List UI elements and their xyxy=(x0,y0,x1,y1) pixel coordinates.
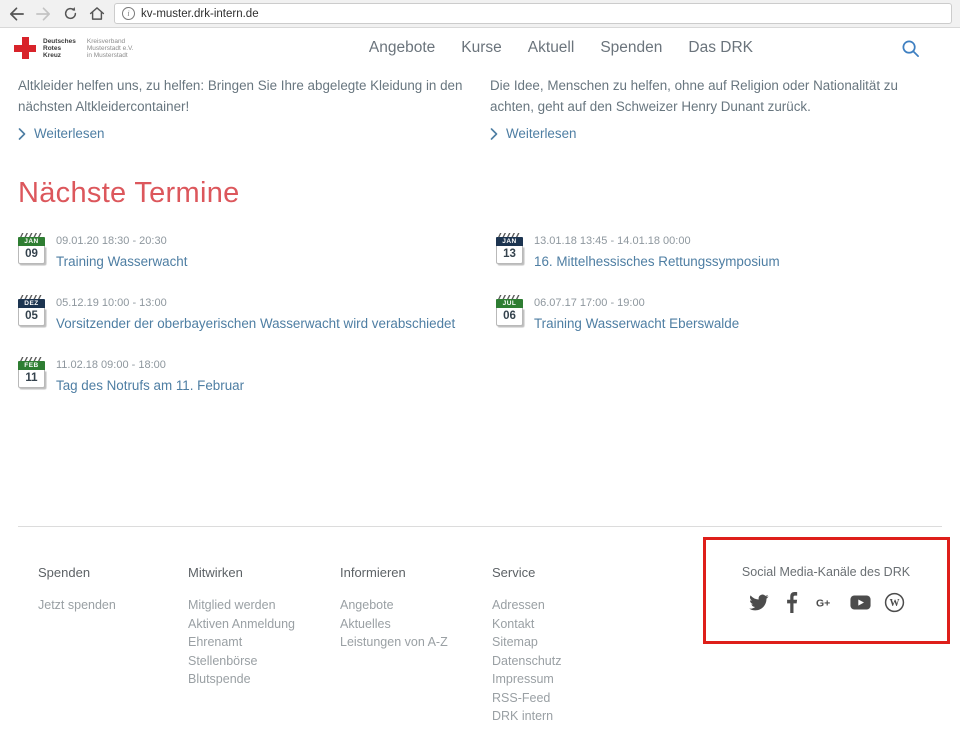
events-column-right: JAN 13 13.01.18 13:45 - 14.01.18 00:00 1… xyxy=(496,232,942,418)
browser-toolbar: i kv-muster.drk-intern.de xyxy=(0,0,960,28)
event-link[interactable]: Training Wasserwacht Eberswalde xyxy=(496,313,942,334)
facebook-icon[interactable] xyxy=(782,592,803,613)
footer-link-stellenboerse[interactable]: Stellenbörse xyxy=(188,652,340,671)
address-bar[interactable]: i kv-muster.drk-intern.de xyxy=(114,3,952,24)
teaser-text: Die Idee, Menschen zu helfen, ohne auf R… xyxy=(490,75,942,117)
teaser-text: Altkleider helfen uns, zu helfen: Bringe… xyxy=(18,75,470,117)
nav-item-kurse[interactable]: Kurse xyxy=(461,39,502,57)
footer-column-mitwirken: Mitwirken Mitglied werden Aktiven Anmeld… xyxy=(188,565,340,726)
footer-link-blutspende[interactable]: Blutspende xyxy=(188,670,340,689)
svg-text:G+: G+ xyxy=(816,597,830,609)
footer-link-mitglied-werden[interactable]: Mitglied werden xyxy=(188,596,340,615)
footer-column-service: Service Adressen Kontakt Sitemap Datensc… xyxy=(492,565,682,726)
calendar-icon: JUL 06 xyxy=(496,295,523,326)
calendar-icon: JAN 13 xyxy=(496,233,523,264)
footer-link-datenschutz[interactable]: Datenschutz xyxy=(492,652,682,671)
footer-heading: Mitwirken xyxy=(188,565,340,580)
event-date: 11.02.18 09:00 - 18:00 xyxy=(18,356,496,373)
events-column-left: JAN 09 09.01.20 18:30 - 20:30 Training W… xyxy=(18,232,496,418)
footer-link-aktuelles[interactable]: Aktuelles xyxy=(340,615,492,634)
chevron-right-icon xyxy=(490,128,498,140)
calendar-rings xyxy=(20,233,43,237)
page-content: Altkleider helfen uns, zu helfen: Bringe… xyxy=(0,68,960,527)
reload-button[interactable] xyxy=(60,4,80,24)
event-date: 06.07.17 17:00 - 19:00 xyxy=(496,294,942,311)
events-grid: JAN 09 09.01.20 18:30 - 20:30 Training W… xyxy=(18,232,942,418)
event-link[interactable]: Vorsitzender der oberbayerischen Wasserw… xyxy=(18,313,496,334)
calendar-icon: JAN 09 xyxy=(18,233,45,264)
footer-column-spenden: Spenden Jetzt spenden xyxy=(38,565,188,726)
event-link[interactable]: 16. Mittelhessisches Rettungssymposium xyxy=(496,251,942,272)
event-date: 05.12.19 10:00 - 13:00 xyxy=(18,294,496,311)
calendar-rings xyxy=(498,233,521,237)
footer-link-kontakt[interactable]: Kontakt xyxy=(492,615,682,634)
nav-item-das-drk[interactable]: Das DRK xyxy=(688,39,753,57)
logo-org-text: Kreisverband Musterstadt e.V. in Musters… xyxy=(87,38,134,59)
event-item: JAN 13 13.01.18 13:45 - 14.01.18 00:00 1… xyxy=(496,232,942,272)
search-icon[interactable] xyxy=(901,39,920,58)
event-item: FEB 11 11.02.18 09:00 - 18:00 Tag des No… xyxy=(18,356,496,396)
footer-link-jetzt-spenden[interactable]: Jetzt spenden xyxy=(38,596,188,615)
nav-item-aktuell[interactable]: Aktuell xyxy=(528,39,575,57)
footer-link-rss-feed[interactable]: RSS-Feed xyxy=(492,689,682,708)
footer-heading: Informieren xyxy=(340,565,492,580)
footer-heading: Spenden xyxy=(38,565,188,580)
youtube-icon[interactable] xyxy=(850,592,871,613)
event-item: DEZ 05 05.12.19 10:00 - 13:00 Vorsitzend… xyxy=(18,294,496,334)
calendar-icon: FEB 11 xyxy=(18,357,45,388)
calendar-rings xyxy=(20,357,43,361)
teaser-row: Altkleider helfen uns, zu helfen: Bringe… xyxy=(18,68,942,141)
footer-link-angebote[interactable]: Angebote xyxy=(340,596,492,615)
forward-button[interactable] xyxy=(33,4,53,24)
footer-link-impressum[interactable]: Impressum xyxy=(492,670,682,689)
main-navigation: Angebote Kurse Aktuell Spenden Das DRK xyxy=(369,39,753,57)
teaser-altkleider: Altkleider helfen uns, zu helfen: Bringe… xyxy=(18,68,470,141)
calendar-rings xyxy=(20,295,43,299)
drk-logo[interactable]: Deutsches Rotes Kreuz Kreisverband Muste… xyxy=(14,37,134,59)
calendar-rings xyxy=(498,295,521,299)
event-link[interactable]: Training Wasserwacht xyxy=(18,251,496,272)
footer-column-informieren: Informieren Angebote Aktuelles Leistunge… xyxy=(340,565,492,726)
teaser-idee: Die Idee, Menschen zu helfen, ohne auf R… xyxy=(490,68,942,141)
footer-link-adressen[interactable]: Adressen xyxy=(492,596,682,615)
event-item: JAN 09 09.01.20 18:30 - 20:30 Training W… xyxy=(18,232,496,272)
event-date: 13.01.18 13:45 - 14.01.18 00:00 xyxy=(496,232,942,249)
back-button[interactable] xyxy=(6,4,26,24)
footer-social-section: Social Media-Kanäle des DRK G+ W xyxy=(706,565,946,726)
site-header: Deutsches Rotes Kreuz Kreisverband Muste… xyxy=(0,28,960,68)
event-link[interactable]: Tag des Notrufs am 11. Februar xyxy=(18,375,496,396)
google-plus-icon[interactable]: G+ xyxy=(816,592,837,613)
section-title-termine: Nächste Termine xyxy=(18,177,942,210)
calendar-icon: DEZ 05 xyxy=(18,295,45,326)
footer-link-ehrenamt[interactable]: Ehrenamt xyxy=(188,633,340,652)
site-footer: Spenden Jetzt spenden Mitwirken Mitglied… xyxy=(0,527,960,726)
twitter-icon[interactable] xyxy=(748,592,769,613)
wordpress-icon[interactable]: W xyxy=(884,592,905,613)
red-cross-icon xyxy=(14,37,36,59)
home-button[interactable] xyxy=(87,4,107,24)
page-info-icon[interactable]: i xyxy=(122,7,135,20)
social-title: Social Media-Kanäle des DRK xyxy=(706,565,946,579)
chevron-right-icon xyxy=(18,128,26,140)
event-item: JUL 06 06.07.17 17:00 - 19:00 Training W… xyxy=(496,294,942,334)
social-icons-row: G+ W xyxy=(706,592,946,613)
event-date: 09.01.20 18:30 - 20:30 xyxy=(18,232,496,249)
readmore-link[interactable]: Weiterlesen xyxy=(18,126,470,141)
footer-link-leistungen[interactable]: Leistungen von A-Z xyxy=(340,633,492,652)
footer-link-drk-intern[interactable]: DRK intern xyxy=(492,707,682,726)
svg-text:W: W xyxy=(889,598,899,609)
footer-heading: Service xyxy=(492,565,682,580)
nav-item-angebote[interactable]: Angebote xyxy=(369,39,435,57)
footer-link-aktiven-anmeldung[interactable]: Aktiven Anmeldung xyxy=(188,615,340,634)
nav-item-spenden[interactable]: Spenden xyxy=(600,39,662,57)
readmore-link[interactable]: Weiterlesen xyxy=(490,126,942,141)
footer-link-sitemap[interactable]: Sitemap xyxy=(492,633,682,652)
logo-brand-text: Deutsches Rotes Kreuz xyxy=(43,38,76,59)
url-text: kv-muster.drk-intern.de xyxy=(141,8,259,20)
